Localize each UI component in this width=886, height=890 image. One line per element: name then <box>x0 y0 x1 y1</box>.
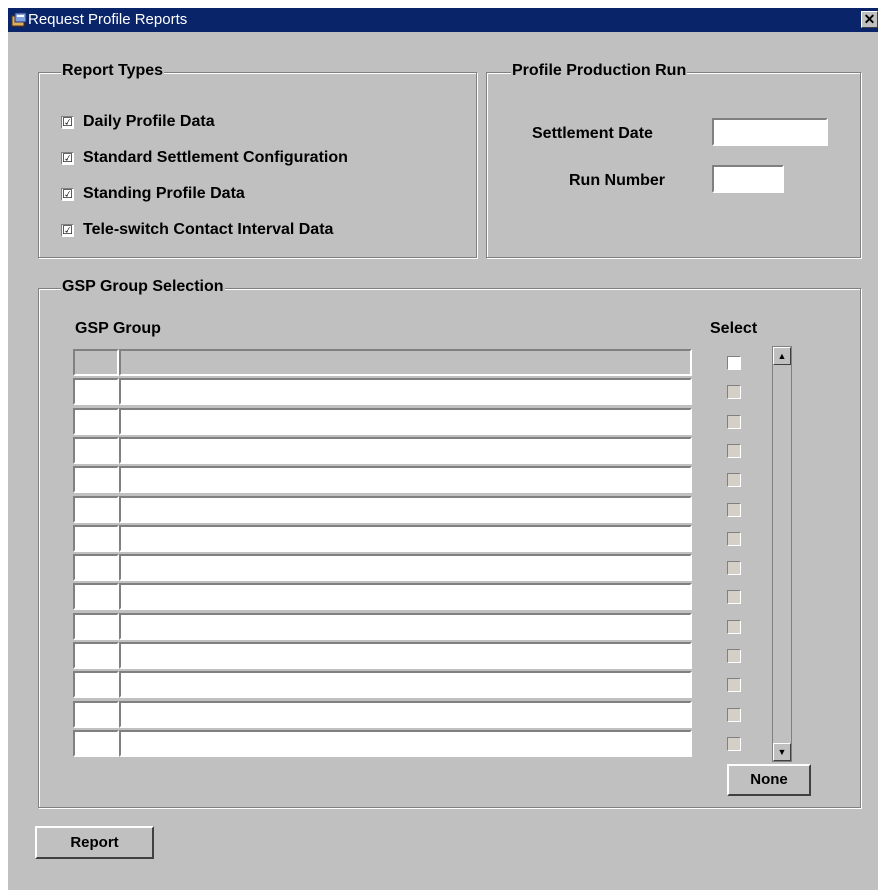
gsp-row-indicator-cell[interactable] <box>73 407 119 435</box>
gsp-select-checkbox[interactable] <box>727 678 741 693</box>
gsp-group-column-header: GSP Group <box>75 320 161 337</box>
app-icon <box>11 12 27 28</box>
gsp-group-cell[interactable] <box>119 583 692 611</box>
gsp-group-cell[interactable] <box>119 642 692 669</box>
scroll-down-icon[interactable]: ▼ <box>773 743 791 761</box>
checkbox-checked-icon: ☑ <box>61 115 74 129</box>
checkbox-label: Daily Profile Data <box>83 113 215 130</box>
gsp-group-cell[interactable] <box>119 466 692 494</box>
gsp-row-indicator-cell[interactable] <box>73 466 119 494</box>
report-types-title: Report Types <box>61 62 165 80</box>
gsp-row-indicator-cell[interactable] <box>73 554 119 582</box>
gsp-select-checkbox[interactable] <box>727 502 741 517</box>
checkbox-label: Standing Profile Data <box>83 185 245 202</box>
gsp-row-indicator-cell[interactable] <box>73 729 119 757</box>
report-types-group: Report Types ☑ Daily Profile Data ☑ Stan… <box>38 62 477 258</box>
gsp-select-checkbox[interactable] <box>727 414 741 429</box>
run-number-label: Run Number <box>569 172 665 189</box>
checkbox-label: Standard Settlement Configuration <box>83 149 348 166</box>
gsp-select-checkbox[interactable] <box>727 385 741 400</box>
gsp-row-indicator-cell[interactable] <box>73 671 119 699</box>
select-column-header: Select <box>710 320 758 337</box>
checkbox-checked-icon: ☑ <box>61 151 74 165</box>
gsp-row-indicator-cell[interactable] <box>73 349 119 376</box>
gsp-row-indicator-cell[interactable] <box>73 378 119 406</box>
gsp-select-checkbox[interactable] <box>727 649 741 663</box>
scroll-up-icon[interactable]: ▲ <box>773 347 791 365</box>
window-title: Request Profile Reports <box>28 11 188 28</box>
gsp-group-cell[interactable] <box>119 495 692 523</box>
checkbox-label: Tele-switch Contact Interval Data <box>83 221 334 238</box>
title-bar: Request Profile Reports ✕ <box>8 8 878 32</box>
gsp-select-checkbox[interactable] <box>727 531 741 546</box>
gsp-select-checkbox[interactable] <box>727 561 741 576</box>
gsp-group-cell[interactable] <box>119 700 692 728</box>
close-icon: ✕ <box>863 11 876 27</box>
gsp-select-checkbox[interactable] <box>727 443 741 458</box>
request-profile-reports-window: Request Profile Reports ✕ Report Types ☑… <box>8 8 878 890</box>
gsp-select-checkbox[interactable] <box>727 619 741 634</box>
gsp-group-selection-title: GSP Group Selection <box>61 278 225 296</box>
gsp-group-cell[interactable] <box>119 524 692 552</box>
gsp-group-cell[interactable] <box>119 349 692 376</box>
gsp-row-indicator-cell[interactable] <box>73 583 119 611</box>
gsp-group-cell[interactable] <box>119 407 692 435</box>
gsp-row-indicator-cell[interactable] <box>73 524 119 552</box>
checkbox-checked-icon: ☑ <box>61 187 74 201</box>
gsp-group-cell[interactable] <box>119 378 692 406</box>
profile-production-run-group: Profile Production Run Settlement Date R… <box>486 62 861 258</box>
run-number-field[interactable] <box>712 165 784 193</box>
gsp-select-checkbox[interactable] <box>727 707 741 722</box>
report-button[interactable]: Report <box>35 826 154 859</box>
gsp-group-cell[interactable] <box>119 671 692 699</box>
gsp-select-checkbox[interactable] <box>727 473 741 488</box>
gsp-group-cell[interactable] <box>119 729 692 757</box>
gsp-group-cell[interactable] <box>119 436 692 464</box>
gsp-row-indicator-cell[interactable] <box>73 642 119 669</box>
gsp-select-checkbox[interactable] <box>727 736 741 751</box>
gsp-row-indicator-cell[interactable] <box>73 495 119 523</box>
vertical-scrollbar[interactable]: ▲ ▼ <box>772 346 792 762</box>
settlement-date-label: Settlement Date <box>532 125 653 142</box>
gsp-group-cell[interactable] <box>119 554 692 582</box>
gsp-group-cell[interactable] <box>119 612 692 640</box>
gsp-select-checkbox[interactable] <box>727 356 741 370</box>
profile-production-run-title: Profile Production Run <box>511 62 688 80</box>
checkbox-checked-icon: ☑ <box>61 223 74 237</box>
settlement-date-field[interactable] <box>712 118 828 146</box>
gsp-row-indicator-cell[interactable] <box>73 436 119 464</box>
gsp-row-indicator-cell[interactable] <box>73 612 119 640</box>
gsp-select-checkbox[interactable] <box>727 590 741 605</box>
none-button[interactable]: None <box>727 764 811 796</box>
close-button[interactable]: ✕ <box>861 11 878 28</box>
gsp-row-indicator-cell[interactable] <box>73 700 119 728</box>
